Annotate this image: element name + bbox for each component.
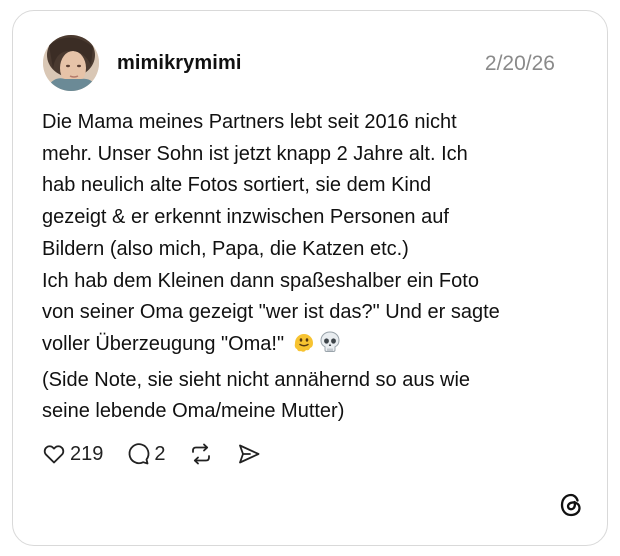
- post-text-line: seine lebende Oma/meine Mutter): [42, 400, 345, 423]
- share-button[interactable]: [236, 441, 262, 467]
- avatar[interactable]: [43, 35, 99, 91]
- post-text-line: (Side Note, sie sieht nicht annähernd so…: [42, 368, 471, 391]
- post-text-line: gezeigt & er erkennt inzwischen Personen…: [42, 206, 449, 229]
- post-text-line: Die Mama meines Partners lebt seit 2016 …: [42, 111, 457, 133]
- post-text-line-with-emoji: voller Überzeugung "Oma!": [42, 329, 582, 365]
- skull-icon: [318, 330, 342, 365]
- repost-button[interactable]: [188, 441, 214, 467]
- threads-logo-icon[interactable]: [557, 491, 585, 519]
- repost-icon: [188, 441, 214, 467]
- post-text-line: hab neulich alte Fotos sortiert, sie dem…: [42, 174, 432, 197]
- share-icon: [236, 441, 262, 467]
- post-text-line: von seiner Oma gezeigt "wer ist das?" Un…: [42, 301, 500, 324]
- post-date: 2/20/26: [484, 52, 555, 75]
- like-count: 219: [70, 442, 104, 465]
- post-text-line: mehr. Unser Sohn ist jetzt knapp 2 Jahre…: [42, 142, 468, 165]
- heart-icon: [42, 442, 66, 466]
- comment-icon: [125, 441, 151, 467]
- threads-post-card: mimikrymimi 2/20/26 Die Mama meines Part…: [12, 10, 608, 546]
- reply-count: 2: [154, 442, 166, 465]
- post-actions: 219 2: [42, 439, 262, 469]
- post-text-line: Ich hab dem Kleinen dann spaßeshalber ei…: [42, 269, 479, 292]
- username[interactable]: mimikrymimi: [117, 52, 242, 75]
- post-text: Die Mama meines Partners lebt seit 2016 …: [42, 107, 582, 428]
- reply-button[interactable]: 2: [125, 441, 166, 467]
- avatar-image: [43, 35, 99, 91]
- post-text-line: voller Überzeugung "Oma!": [42, 332, 285, 355]
- melting-face-icon: [292, 330, 316, 365]
- post-text-line: Bildern (also mich, Papa, die Katzen etc…: [42, 237, 409, 260]
- like-button[interactable]: 219: [42, 442, 103, 466]
